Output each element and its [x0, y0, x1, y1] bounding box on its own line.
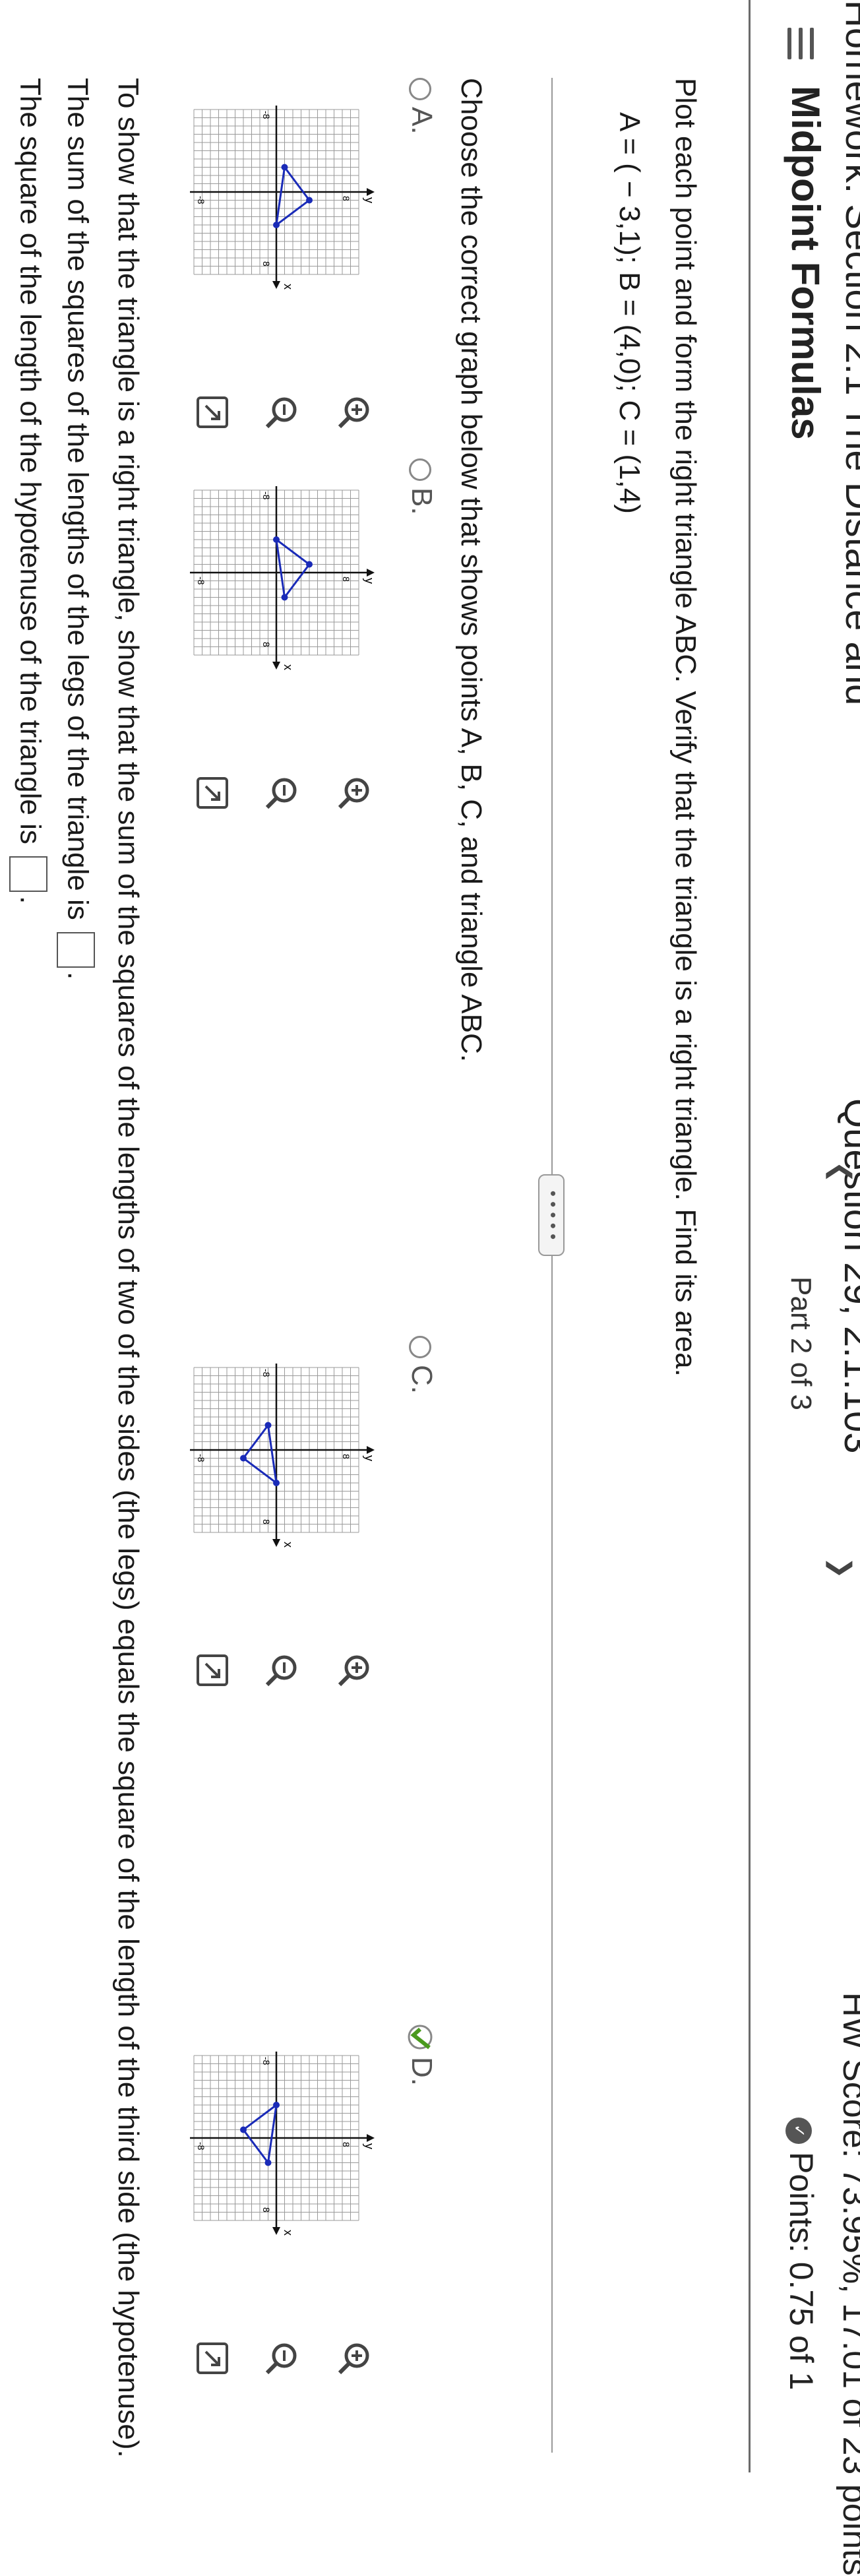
- radio-button[interactable]: [408, 458, 431, 481]
- x-tick-label: 8: [261, 1519, 272, 1524]
- next-question-button[interactable]: ❯: [826, 1557, 856, 1579]
- y-axis-label: y: [363, 578, 376, 584]
- points-display: ✓ Points: 0.75 of 1: [782, 2118, 820, 2390]
- x-tick-label: 8: [261, 642, 272, 647]
- zoom-out-icon[interactable]: [261, 772, 303, 814]
- part-indicator: Part 2 of 3: [785, 1276, 817, 1411]
- x-axis-label: x: [282, 664, 295, 670]
- x-axis-arrow: [272, 2227, 280, 2235]
- sum-squares-label: The sum of the squares of the lengths of…: [61, 78, 94, 920]
- checkmark-icon: [407, 2024, 433, 2050]
- problem-prompt: Plot each point and form the right trian…: [669, 78, 702, 1377]
- vertex-point: [273, 536, 280, 543]
- y-tick-label: 8: [341, 1454, 352, 1459]
- vertex-point: [281, 594, 288, 601]
- expand-icon[interactable]: [191, 1649, 233, 1691]
- clock-check-icon: ✓: [785, 2118, 813, 2144]
- explanation-text: To show that the triangle is a right tri…: [112, 78, 144, 2458]
- radio-button[interactable]: [408, 1336, 431, 1358]
- header-divider: [749, 0, 751, 2472]
- question-title-cut: Question 29, 2.1.103: [836, 1098, 860, 1454]
- homework-title-cut: Homework: Section 2.1 The Distance and: [838, 0, 860, 706]
- triangle-graph: x y 8 -8 8 -8: [190, 106, 376, 290]
- vertex-point: [281, 164, 288, 171]
- expand-more-button[interactable]: • • • • •: [538, 1174, 565, 1256]
- vertex-point: [240, 2126, 247, 2133]
- menu-icon[interactable]: [787, 28, 814, 59]
- zoom-in-icon[interactable]: [333, 1649, 375, 1691]
- sum-squares-line: The sum of the squares of the lengths of…: [57, 78, 95, 980]
- x-axis-label: x: [282, 2230, 295, 2236]
- hypotenuse-label: The square of the length of the hypotenu…: [14, 78, 47, 844]
- vertex-point: [273, 222, 280, 228]
- vertex-point: [273, 2102, 280, 2108]
- vertex-point: [306, 561, 313, 568]
- y-tick-label: 8: [341, 196, 352, 201]
- hypotenuse-end: .: [14, 896, 47, 904]
- zoom-out-icon[interactable]: [261, 391, 303, 433]
- x-tick-label: -8: [261, 111, 272, 119]
- triangle-graph: x y 8 -8 8 -8: [190, 2052, 376, 2236]
- x-axis-arrow: [272, 662, 280, 670]
- choice-instruction: Choose the correct graph below that show…: [455, 78, 487, 1062]
- x-tick-label: 8: [261, 261, 272, 267]
- y-tick-label: -8: [196, 196, 206, 204]
- x-tick-label: -8: [261, 491, 272, 500]
- y-axis-arrow: [367, 2134, 375, 2142]
- x-axis-label: x: [282, 284, 295, 290]
- y-axis-label: y: [363, 2143, 376, 2149]
- y-axis-arrow: [367, 188, 375, 196]
- sum-squares-input[interactable]: [57, 932, 95, 968]
- expand-icon[interactable]: [191, 2337, 233, 2379]
- expand-icon[interactable]: [191, 772, 233, 814]
- x-axis-arrow: [272, 1539, 280, 1547]
- points-text: Points: 0.75 of 1: [783, 2152, 820, 2391]
- expand-icon[interactable]: [191, 391, 233, 433]
- section-divider: [551, 78, 553, 2453]
- zoom-in-icon[interactable]: [333, 2337, 375, 2379]
- radio-button[interactable]: [408, 78, 431, 100]
- x-axis-arrow: [272, 281, 280, 289]
- sum-squares-end: .: [61, 972, 94, 980]
- zoom-in-icon[interactable]: [333, 391, 375, 433]
- x-tick-label: -8: [261, 2057, 272, 2065]
- x-axis-label: x: [282, 1542, 295, 1548]
- y-axis-arrow: [367, 1446, 375, 1454]
- vertex-point: [264, 1422, 272, 1429]
- y-tick-label: -8: [196, 2142, 206, 2151]
- triangle-graph: x y 8 -8 8 -8: [190, 1364, 376, 1548]
- y-tick-label: -8: [196, 1454, 206, 1462]
- option-label: A.: [406, 107, 438, 135]
- previous-question-button[interactable]: ❮: [826, 1161, 856, 1183]
- page-title: Midpoint Formulas: [783, 86, 828, 440]
- zoom-out-icon[interactable]: [261, 2337, 303, 2379]
- zoom-out-icon[interactable]: [261, 1649, 303, 1691]
- y-axis-arrow: [367, 569, 375, 577]
- vertex-point: [273, 1480, 280, 1486]
- option-label: D.: [406, 2057, 438, 2086]
- rotated-page: Homework: Section 2.1 The Distance and M…: [0, 0, 860, 2576]
- y-tick-label: 8: [341, 2142, 352, 2147]
- x-tick-label: 8: [261, 2207, 272, 2213]
- y-tick-label: -8: [196, 577, 206, 585]
- option-label: B.: [406, 487, 438, 515]
- vertex-point: [264, 2159, 272, 2166]
- hypotenuse-input[interactable]: [9, 856, 47, 893]
- y-axis-label: y: [363, 197, 376, 203]
- hw-score-cut: HW Score: 73.95%, 17.01 of 23 points: [836, 1992, 860, 2576]
- triangle-graph: x y 8 -8 8 -8: [190, 486, 376, 670]
- hypotenuse-line: The square of the length of the hypotenu…: [9, 78, 47, 904]
- y-tick-label: 8: [341, 577, 352, 582]
- vertex-point: [240, 1455, 247, 1462]
- top-bar: Homework: Section 2.1 The Distance and M…: [754, 0, 860, 2576]
- zoom-in-icon[interactable]: [333, 772, 375, 814]
- given-points: A = ( − 3,1); B = (4,0); C = (1,4): [613, 112, 646, 514]
- vertex-point: [306, 197, 313, 204]
- x-tick-label: -8: [261, 1369, 272, 1377]
- y-axis-label: y: [363, 1455, 376, 1461]
- option-label: C.: [406, 1365, 438, 1394]
